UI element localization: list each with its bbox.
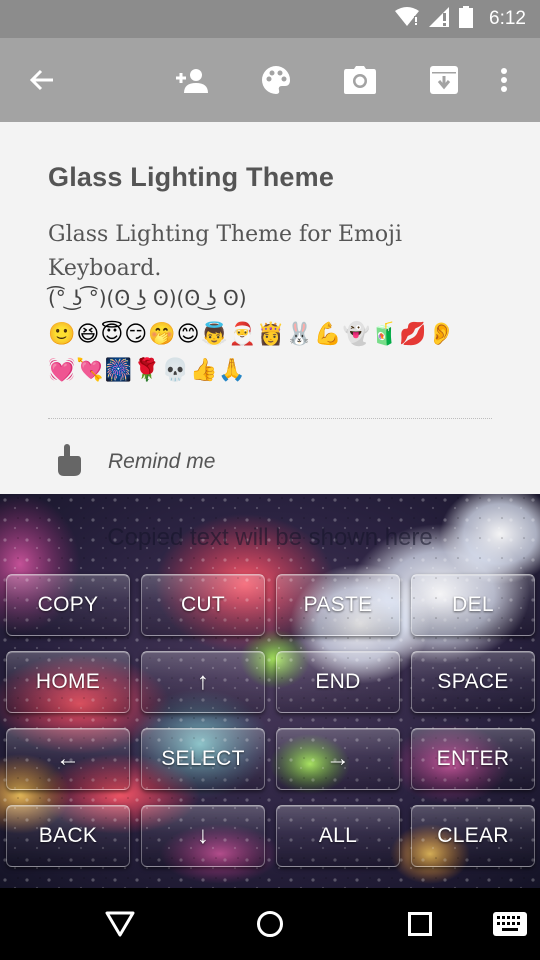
- note-content: Glass Lighting Theme Glass Lighting Them…: [0, 122, 540, 494]
- delete-key[interactable]: DEL: [411, 574, 535, 636]
- note-title[interactable]: Glass Lighting Theme: [48, 162, 334, 193]
- camera-icon[interactable]: [342, 62, 378, 98]
- clear-key[interactable]: CLEAR: [411, 805, 535, 867]
- note-toolbar: [0, 38, 540, 122]
- keyboard-panel: Copied text will be shown here COPY CUT …: [0, 494, 540, 888]
- palette-icon[interactable]: [258, 62, 294, 98]
- select-key[interactable]: SELECT: [141, 728, 265, 790]
- up-arrow-key[interactable]: ↑: [141, 651, 265, 713]
- status-bar: 6:12: [0, 0, 540, 38]
- status-time: 6:12: [489, 8, 526, 29]
- cell-signal-icon: [429, 7, 450, 31]
- divider: [48, 418, 492, 419]
- clipboard-hint: Copied text will be shown here: [107, 524, 433, 551]
- home-key[interactable]: HOME: [6, 651, 130, 713]
- emoji-row-1[interactable]: 🙂😆😇😏🤭😊👼🎅👸🐰💪👻🧃💋👂: [48, 320, 456, 350]
- copy-key[interactable]: COPY: [6, 574, 130, 636]
- keyboard-icon[interactable]: [492, 906, 528, 942]
- down-arrow-key[interactable]: ↓: [141, 805, 265, 867]
- space-key[interactable]: SPACE: [411, 651, 535, 713]
- reminder-hand-icon: [54, 444, 82, 480]
- battery-icon: [459, 6, 474, 32]
- end-key[interactable]: END: [276, 651, 400, 713]
- paste-key[interactable]: PASTE: [276, 574, 400, 636]
- left-arrow-key[interactable]: ←: [6, 728, 130, 790]
- remind-me-label: Remind me: [108, 450, 216, 473]
- enter-key[interactable]: ENTER: [411, 728, 535, 790]
- wifi-icon: [395, 7, 420, 31]
- back-key[interactable]: BACK: [6, 805, 130, 867]
- note-body[interactable]: Glass Lighting Theme for Emoji Keyboard.: [48, 218, 488, 286]
- select-all-key[interactable]: ALL: [276, 805, 400, 867]
- navigation-bar: [0, 888, 540, 960]
- add-person-icon[interactable]: [174, 62, 210, 98]
- home-circle-icon[interactable]: [252, 906, 288, 942]
- back-arrow-icon[interactable]: [24, 62, 60, 98]
- emoji-row-2[interactable]: 💓💘🎆🌹💀👍🙏: [48, 356, 247, 386]
- more-vert-icon[interactable]: [486, 62, 522, 98]
- recents-square-icon[interactable]: [402, 906, 438, 942]
- cut-key[interactable]: CUT: [141, 574, 265, 636]
- remind-me-button[interactable]: Remind me: [54, 444, 215, 480]
- note-kaomoji[interactable]: (͡° ͜ʖ ͡°)(ʘ ͜ʖ ʘ)(ʘ ͜ʖ ʘ): [48, 286, 247, 310]
- archive-icon[interactable]: [426, 62, 462, 98]
- back-triangle-icon[interactable]: [102, 906, 138, 942]
- right-arrow-key[interactable]: →: [276, 728, 400, 790]
